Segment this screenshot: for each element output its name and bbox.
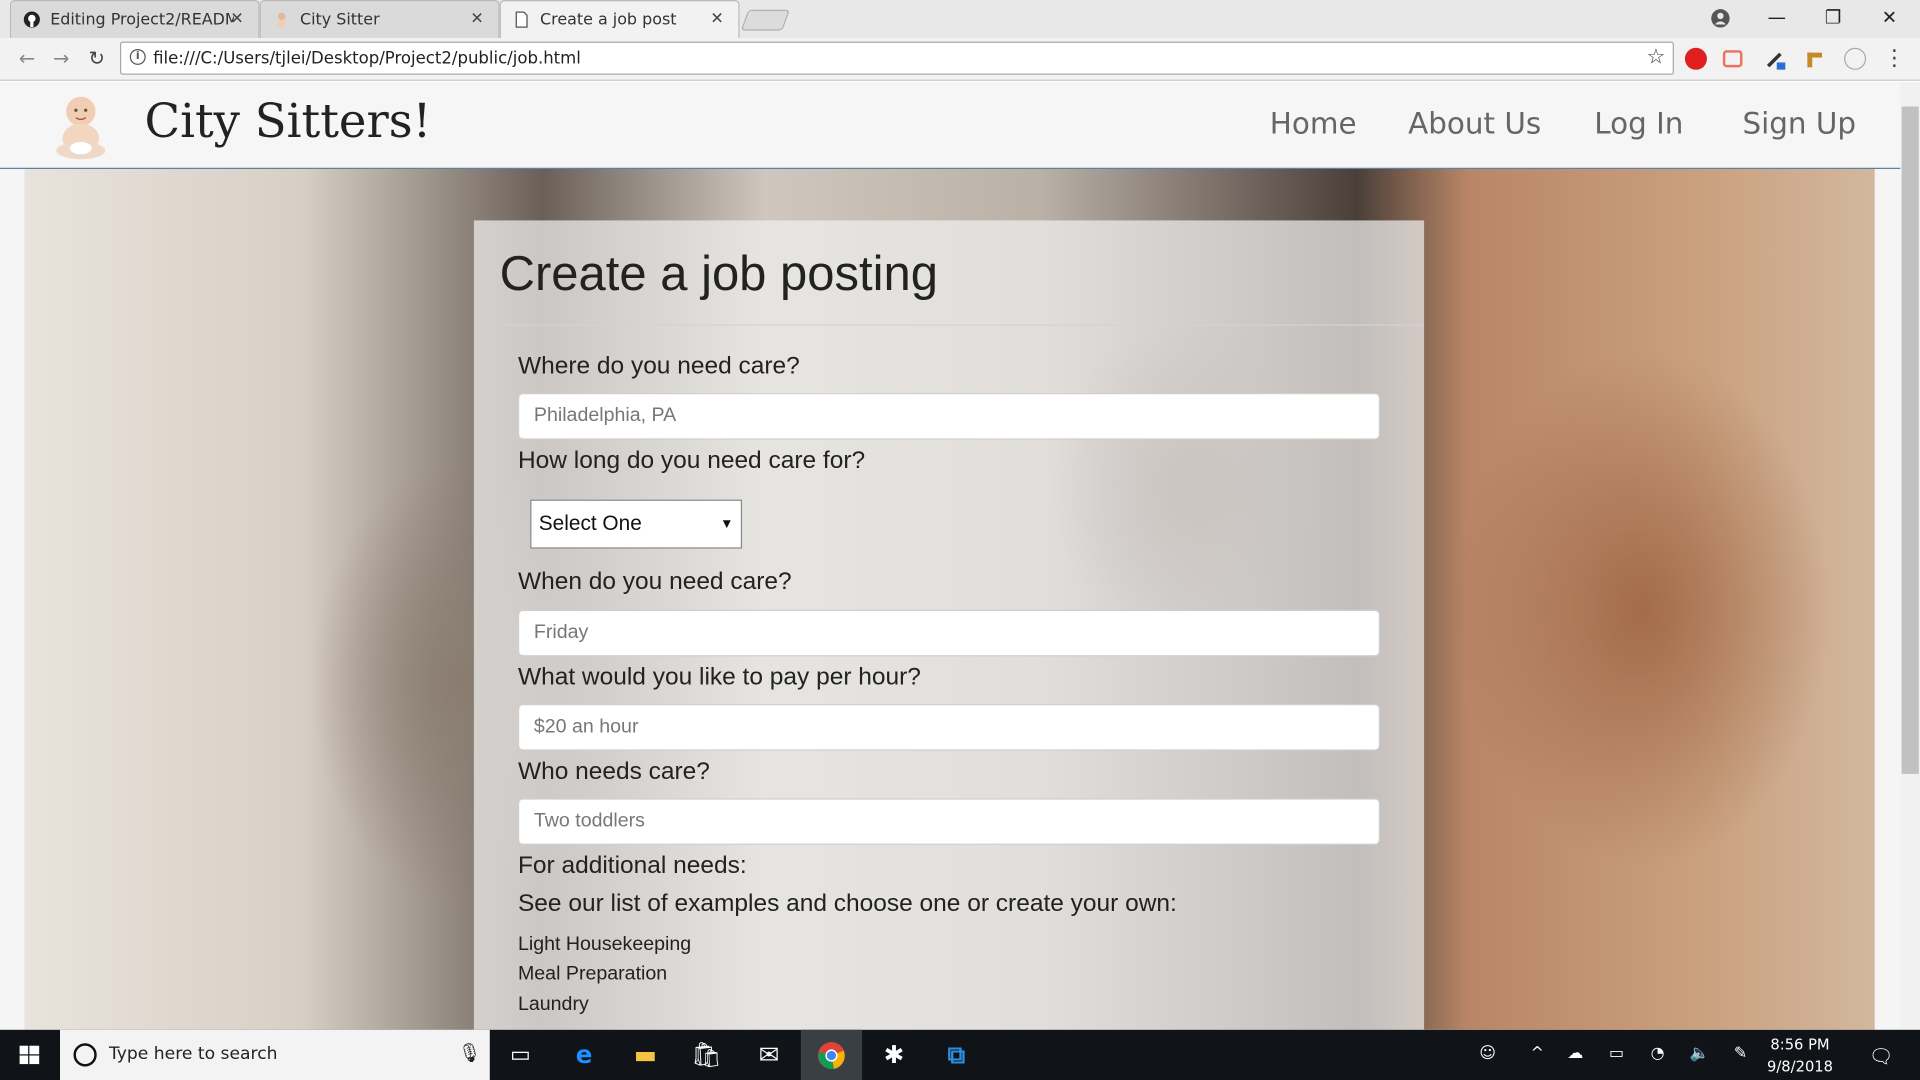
job-form-panel: Create a job posting Where do you need c… bbox=[473, 220, 1425, 1030]
back-arrow-icon[interactable]: ← bbox=[13, 45, 40, 72]
location-label: Where do you need care? bbox=[517, 352, 800, 380]
volume-icon[interactable]: 🔈 bbox=[1690, 1044, 1710, 1062]
tab-github[interactable]: Editing Project2/READM ✕ bbox=[9, 0, 260, 38]
page-title: Create a job posting bbox=[499, 247, 938, 302]
tab-title: Create a job post bbox=[540, 10, 677, 29]
tab-city-sitter[interactable]: City Sitter ✕ bbox=[259, 0, 500, 38]
example-item[interactable]: Light Housekeeping bbox=[518, 934, 691, 956]
baby-favicon-icon bbox=[277, 12, 286, 28]
file-explorer-icon[interactable]: ▬ bbox=[615, 1030, 676, 1080]
close-icon[interactable]: ✕ bbox=[230, 10, 243, 28]
info-icon[interactable]: i bbox=[129, 48, 146, 65]
forward-arrow-icon[interactable]: → bbox=[48, 45, 75, 72]
chrome-icon[interactable] bbox=[800, 1029, 863, 1080]
page-icon bbox=[515, 11, 528, 28]
bookmark-star-icon[interactable]: ☆ bbox=[1647, 45, 1666, 69]
nav-about-us[interactable]: About Us bbox=[1408, 107, 1541, 141]
extension-share-icon[interactable] bbox=[1722, 50, 1743, 68]
divider bbox=[499, 324, 1425, 326]
web-page: City Sitters! Home About Us Log In Sign … bbox=[0, 82, 1901, 1030]
additional-needs-label: For additional needs: bbox=[517, 852, 747, 880]
new-tab-button[interactable] bbox=[740, 9, 790, 31]
scrollbar-thumb[interactable] bbox=[1901, 106, 1919, 774]
site-brand[interactable]: City Sitters! bbox=[144, 94, 431, 148]
windows-taskbar: Type here to search 🎙 ▭ e ▬ 🛍 ✉ ✱ ⧉ ☺ ^ … bbox=[0, 1029, 1920, 1080]
extension-ruler-icon[interactable] bbox=[1804, 48, 1826, 70]
dropdown-arrow-icon: ▼ bbox=[720, 516, 734, 532]
extension-red-icon[interactable] bbox=[1684, 47, 1707, 70]
github-icon bbox=[23, 11, 40, 28]
browser-toolbar: ← → ↻ i file:///C:/Users/tjlei/Desktop/P… bbox=[0, 37, 1920, 81]
pay-input[interactable]: $20 an hour bbox=[517, 704, 1381, 751]
people-icon[interactable]: ☺ bbox=[1479, 1044, 1496, 1062]
when-input[interactable]: Friday bbox=[517, 609, 1381, 657]
tab-create-job-post[interactable]: Create a job post ✕ bbox=[499, 0, 740, 38]
close-icon[interactable]: ✕ bbox=[710, 10, 723, 28]
chevron-up-icon[interactable]: ^ bbox=[1531, 1044, 1544, 1062]
mail-icon[interactable]: ✉ bbox=[738, 1030, 799, 1080]
reload-icon[interactable]: ↻ bbox=[83, 45, 110, 72]
store-icon[interactable]: 🛍 bbox=[676, 1030, 737, 1080]
nav-home[interactable]: Home bbox=[1270, 107, 1357, 141]
profile-icon[interactable] bbox=[1692, 0, 1748, 38]
tab-strip: Editing Project2/READM ✕ City Sitter ✕ C… bbox=[0, 0, 1920, 38]
who-label: Who needs care? bbox=[517, 757, 710, 785]
close-icon[interactable]: ✕ bbox=[470, 10, 483, 28]
minimize-button[interactable]: — bbox=[1749, 0, 1805, 38]
onedrive-icon[interactable]: ☁ bbox=[1567, 1044, 1583, 1062]
search-placeholder: Type here to search bbox=[108, 1044, 278, 1065]
location-input[interactable]: Philadelphia, PA bbox=[517, 393, 1381, 440]
nav-sign-up[interactable]: Sign Up bbox=[1742, 107, 1856, 141]
edge-icon[interactable]: e bbox=[553, 1030, 614, 1080]
close-window-button[interactable]: ✕ bbox=[1861, 0, 1917, 38]
address-bar[interactable]: i file:///C:/Users/tjlei/Desktop/Project… bbox=[120, 41, 1674, 75]
examples-label: See our list of examples and choose one … bbox=[517, 890, 1177, 918]
extension-pen-icon[interactable] bbox=[1765, 48, 1787, 70]
slack-icon[interactable]: ✱ bbox=[863, 1030, 924, 1080]
maximize-button[interactable]: ❐ bbox=[1805, 0, 1861, 38]
cortana-icon bbox=[73, 1043, 97, 1067]
tab-title: City Sitter bbox=[300, 10, 380, 29]
baby-logo-icon[interactable] bbox=[49, 92, 113, 161]
when-label: When do you need care? bbox=[517, 568, 792, 596]
clock-time: 8:56 PM bbox=[1770, 1035, 1830, 1054]
example-item[interactable]: Laundry bbox=[518, 994, 589, 1016]
menu-dots-icon[interactable]: ⋮ bbox=[1881, 45, 1908, 72]
taskbar-search-box[interactable]: Type here to search 🎙 bbox=[60, 1029, 490, 1080]
notification-icon[interactable]: 🗨 bbox=[1869, 1044, 1894, 1067]
nav-log-in[interactable]: Log In bbox=[1594, 107, 1683, 141]
duration-label: How long do you need care for? bbox=[517, 446, 866, 474]
windows-start-button[interactable] bbox=[0, 1030, 60, 1080]
site-navbar: City Sitters! Home About Us Log In Sign … bbox=[0, 82, 1901, 169]
tab-title: Editing Project2/READM bbox=[50, 10, 234, 29]
example-item[interactable]: Meal Preparation bbox=[518, 964, 667, 986]
duration-selected-value: Select One bbox=[538, 511, 642, 536]
duration-select[interactable]: Select One ▼ bbox=[530, 499, 743, 549]
clock-date: 9/8/2018 bbox=[1767, 1057, 1834, 1076]
pay-label: What would you like to pay per hour? bbox=[517, 663, 921, 691]
pen-icon[interactable]: ✎ bbox=[1734, 1044, 1747, 1062]
task-view-icon[interactable]: ▭ bbox=[490, 1030, 551, 1080]
who-input[interactable]: Two toddlers bbox=[517, 798, 1381, 845]
microphone-icon[interactable]: 🎙 bbox=[458, 1042, 481, 1064]
battery-icon[interactable]: ▭ bbox=[1609, 1044, 1624, 1062]
extension-circle-icon[interactable] bbox=[1844, 47, 1867, 70]
wifi-icon[interactable]: ◔ bbox=[1651, 1044, 1665, 1062]
url-text: file:///C:/Users/tjlei/Desktop/Project2/… bbox=[153, 48, 581, 69]
system-clock[interactable]: 8:56 PM 9/8/2018 bbox=[1763, 1033, 1836, 1077]
vscode-icon[interactable]: ⧉ bbox=[926, 1030, 987, 1080]
